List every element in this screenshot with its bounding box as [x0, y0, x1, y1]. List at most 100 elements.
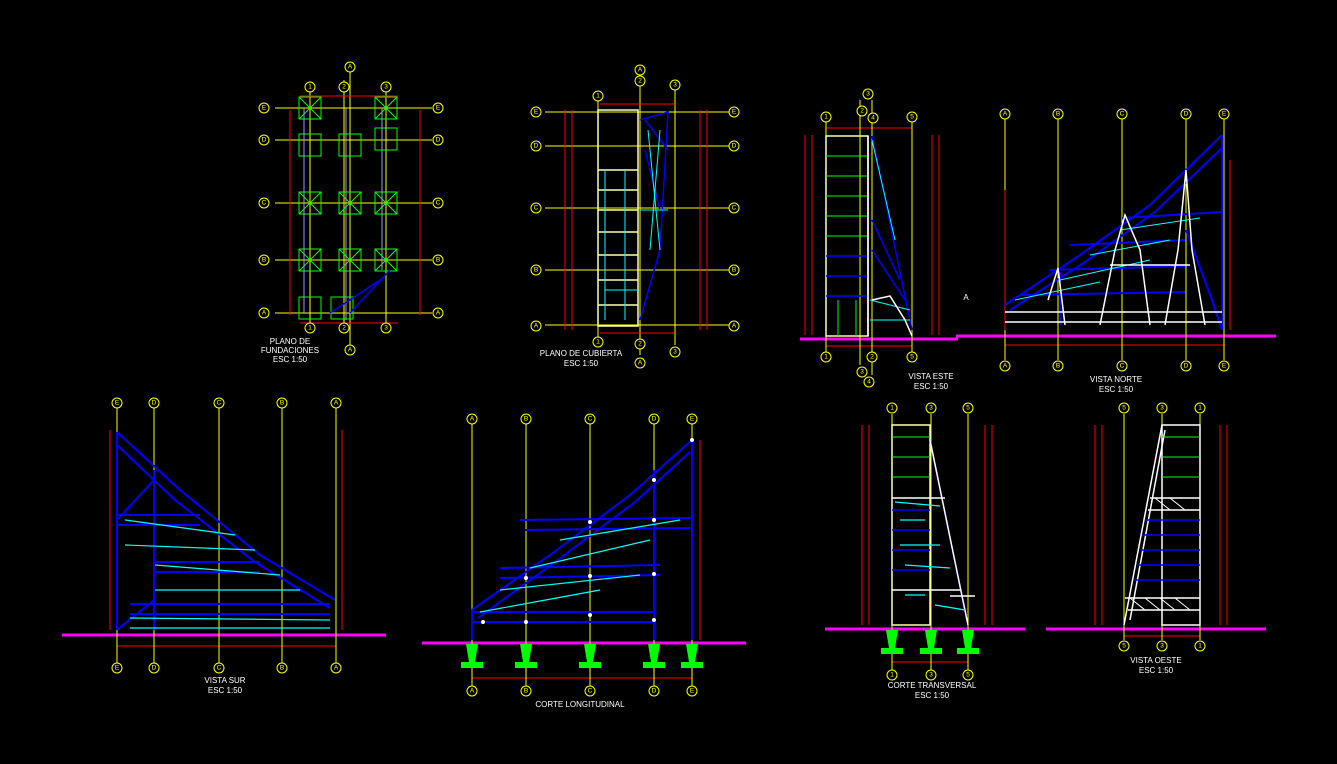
axis-label: 1	[308, 325, 312, 332]
drawing-title: VISTA NORTE	[1090, 375, 1142, 384]
axis-label: D	[534, 143, 539, 150]
axis-label: B	[524, 416, 528, 423]
axis-label: E	[732, 109, 737, 116]
axis-label: 3	[929, 672, 933, 679]
axis-label: A	[262, 310, 267, 317]
axis-label: D	[652, 688, 657, 695]
axis-label: B	[262, 257, 266, 264]
axis-label: A	[334, 400, 339, 407]
vista-sur: E D C B A E D C B A VISTA SUR ESC 1:50	[62, 397, 386, 695]
axis-label: 3	[1160, 643, 1164, 650]
plano-fundaciones: E D C B A E D C B A 1 2 3 A 1 2 3 A PLAN…	[258, 61, 444, 364]
drawing-title: VISTA OESTE	[1130, 656, 1181, 665]
axis-label: E	[534, 109, 539, 116]
drawing-scale: ESC 1:50	[1139, 666, 1174, 675]
axis-label: E	[1222, 111, 1227, 118]
axis-label: 4	[867, 379, 871, 386]
axis-label: A	[348, 64, 353, 71]
axis-label: B	[280, 400, 284, 407]
axis-label: E	[690, 416, 695, 423]
axis-label: E	[1222, 363, 1227, 370]
axis-label: B	[1056, 363, 1060, 370]
axis-label: C	[217, 400, 222, 407]
axis-label: 3	[860, 369, 864, 376]
axis-label: A	[436, 310, 441, 317]
axis-label: 5	[1122, 405, 1126, 412]
axis-label: B	[1056, 111, 1060, 118]
axis-label: C	[588, 416, 593, 423]
axis-label: A	[470, 688, 475, 695]
axis-label: D	[1184, 111, 1189, 118]
axis-label: D	[1184, 363, 1189, 370]
corte-longitudinal: A B C D E A B C D E CORTE LONGITUDINAL	[422, 413, 746, 709]
drawing-scale: ESC 1:50	[208, 686, 243, 695]
drawing-title: CORTE LONGITUDINAL	[535, 700, 625, 709]
axis-label: 1	[890, 672, 894, 679]
axis-label: 2	[342, 84, 346, 91]
axis-label: E	[115, 400, 120, 407]
axis-label: 1	[824, 114, 828, 121]
drawing-scale: ESC 1:50	[914, 382, 949, 391]
axis-label: 1	[1198, 643, 1202, 650]
axis-label: 2	[638, 78, 642, 85]
axis-label: A	[732, 323, 737, 330]
vista-este: 1 3 2 4 5 1 2 5 3 4 VISTA ESTE ESC 1:50	[800, 88, 958, 391]
drawing-title: PLANO DE	[270, 337, 310, 346]
axis-label: 4	[871, 115, 875, 122]
axis-label: 1	[890, 405, 894, 412]
axis-label: A	[638, 360, 643, 367]
axis-label: 3	[1160, 405, 1164, 412]
axis-label: B	[436, 257, 440, 264]
axis-label: 5	[966, 405, 970, 412]
axis-label: D	[436, 137, 441, 144]
axis-label: E	[436, 105, 441, 112]
axis-label: C	[534, 205, 539, 212]
axis-label: A	[1003, 111, 1008, 118]
axis-label: 3	[384, 325, 388, 332]
axis-label: C	[1120, 363, 1125, 370]
axis-label: D	[262, 137, 267, 144]
axis-label: A	[348, 347, 353, 354]
axis-label: B	[534, 267, 538, 274]
axis-label: D	[652, 416, 657, 423]
axis-label: C	[1120, 111, 1125, 118]
axis-label: B	[280, 665, 284, 672]
axis-label: A	[334, 665, 339, 672]
drawing-scale: ESC 1:50	[915, 691, 950, 700]
axis-label: A	[1003, 363, 1008, 370]
axis-label: 2	[860, 108, 864, 115]
axis-label: E	[115, 665, 120, 672]
axis-label: E	[262, 105, 267, 112]
drawing-title: FUNDACIONES	[261, 346, 319, 355]
axis-label: C	[436, 200, 441, 207]
axis-label: 1	[596, 339, 600, 346]
axis-label: C	[262, 200, 267, 207]
vista-norte: A B C D E A B C D E VISTA NORTE ESC 1:50	[956, 108, 1276, 394]
axis-label: 3	[866, 91, 870, 98]
plano-cubierta: E D C B A E D C B A 1 A 2 3 1 2 3 A PLAN…	[530, 64, 740, 369]
axis-label: 1	[596, 93, 600, 100]
axis-label: 3	[929, 405, 933, 412]
axis-label: 1	[824, 354, 828, 361]
drawing-scale: ESC 1:50	[564, 359, 599, 368]
axis-label: A	[638, 67, 643, 74]
drawing-title: PLANO DE CUBIERTA	[540, 349, 623, 358]
drawing-scale: ESC 1:50	[1099, 385, 1134, 394]
axis-label: B	[732, 267, 736, 274]
stray-marker: A	[963, 293, 969, 302]
drawing-title: VISTA SUR	[204, 676, 245, 685]
axis-label: A	[470, 416, 475, 423]
axis-label: C	[217, 665, 222, 672]
axis-label: 5	[910, 354, 914, 361]
cad-drawing-canvas: E D C B A E D C B A 1 2 3 A 1 2 3 A PLAN…	[62, 61, 1276, 709]
vista-oeste: 5 3 1 5 3 1 VISTA OESTE ESC 1:50	[1046, 402, 1266, 675]
axis-label: D	[152, 400, 157, 407]
axis-label: 2	[638, 341, 642, 348]
drawing-title: CORTE TRANSVERSAL	[888, 681, 977, 690]
axis-label: 2	[870, 354, 874, 361]
axis-label: 1	[1198, 405, 1202, 412]
axis-label: D	[152, 665, 157, 672]
axis-label: 3	[673, 349, 677, 356]
axis-label: D	[732, 143, 737, 150]
drawing-title: VISTA ESTE	[908, 372, 953, 381]
